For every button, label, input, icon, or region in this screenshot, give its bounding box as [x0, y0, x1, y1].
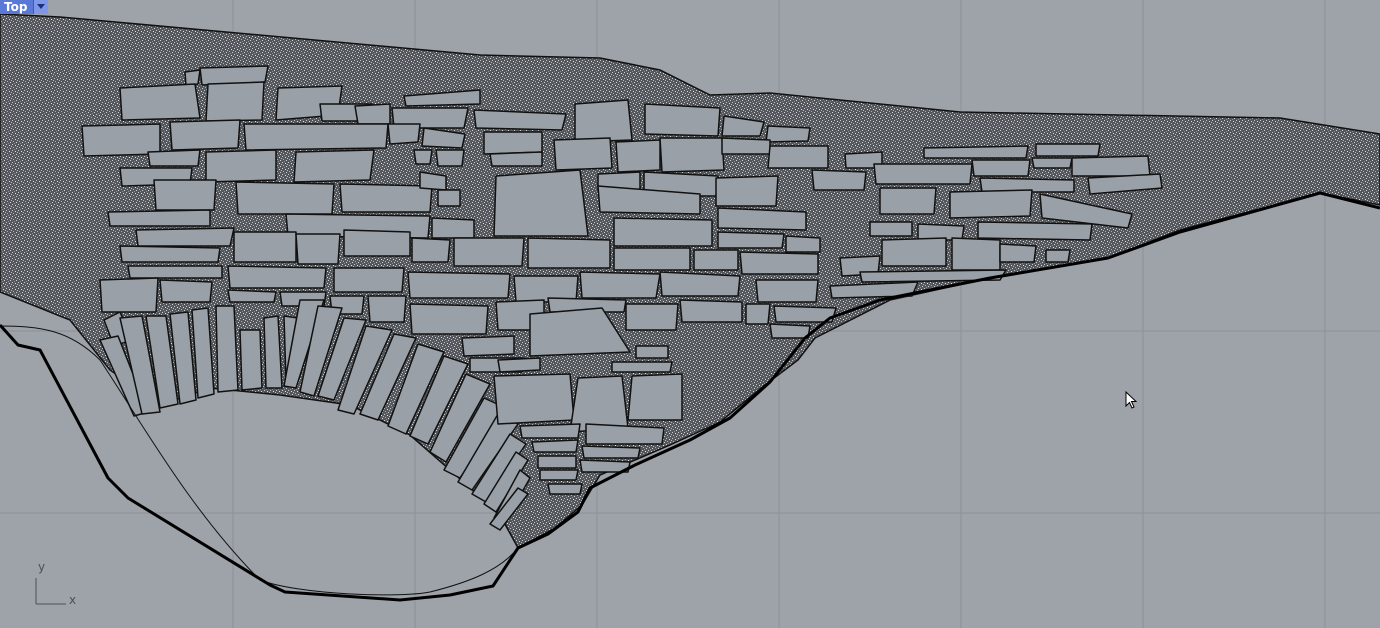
viewport-title-tab[interactable]: Top [0, 0, 49, 14]
viewport-top[interactable]: Top y x [0, 0, 1380, 628]
viewport-canvas[interactable] [0, 0, 1380, 628]
chevron-down-icon[interactable] [33, 0, 49, 14]
mouse-pointer-icon [1125, 391, 1138, 409]
world-axis-icon [35, 578, 66, 605]
viewport-name[interactable]: Top [0, 0, 34, 14]
axis-x-label: x [69, 593, 77, 607]
axis-y-label: y [38, 560, 46, 574]
